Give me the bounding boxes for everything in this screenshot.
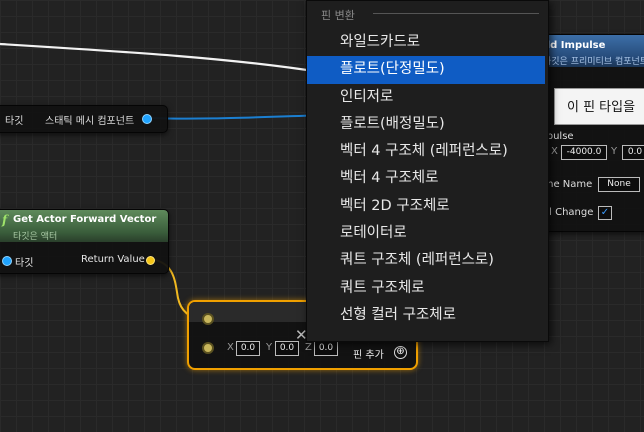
add-pin-icon[interactable]: ⊕: [394, 346, 407, 359]
menu-item[interactable]: 플로트(배정밀도): [307, 111, 548, 138]
section-divider: [373, 13, 539, 14]
impulse-y-label: Y: [611, 146, 618, 157]
wildcard-pin-2[interactable]: [202, 342, 214, 354]
target-input-label: 타깃: [15, 258, 34, 269]
menu-item[interactable]: 벡터 2D 구조체로: [307, 193, 548, 220]
z-value-field[interactable]: 0.0: [314, 341, 338, 356]
node-subtitle: 타깃은 액터: [13, 232, 58, 242]
target-input-pin[interactable]: [2, 256, 12, 266]
menu-section-title: 핀 변환: [321, 9, 355, 22]
menu-item-list: 와일드카드로 플로트(단정밀도) 인티저로 플로트(배정밀도) 벡터 4 구조체 (레퍼…: [307, 29, 548, 329]
menu-item[interactable]: 선형 컬러 구조체로: [307, 302, 548, 329]
menu-item[interactable]: 벡터 4 구조체로: [307, 165, 548, 192]
add-pin-label[interactable]: 핀 추가: [353, 346, 384, 361]
wildcard-pin-1[interactable]: [202, 313, 214, 325]
impulse-x-label: X: [551, 146, 558, 157]
exec-wire: [0, 42, 321, 74]
get-actor-forward-vector-node[interactable]: f Get Actor Forward Vector 타깃은 액터 타깃 Ret…: [0, 209, 169, 274]
menu-item[interactable]: 플로트(단정밀도): [307, 56, 546, 84]
vel-change-label: el Change: [543, 207, 594, 218]
y-label: Y: [266, 342, 273, 353]
node-title: Get Actor Forward Vector: [13, 214, 157, 225]
object-wire: [149, 114, 331, 120]
impulse-y-field[interactable]: 0.0: [622, 145, 644, 160]
x-label: X: [227, 342, 234, 353]
vel-change-checkbox[interactable]: ✓: [598, 206, 612, 220]
pin-tooltip: 이 핀 타입을: [554, 88, 644, 125]
menu-scrollbar[interactable]: [545, 1, 548, 341]
target-pin-label: 타깃: [5, 116, 24, 127]
menu-item[interactable]: 벡터 4 구조체 (레퍼런스로): [307, 138, 548, 165]
menu-item[interactable]: 쿼트 구조체 (레퍼런스로): [307, 247, 548, 274]
static-mesh-target-node[interactable]: 타깃 스태틱 메시 컴포넌트: [0, 105, 168, 133]
bone-name-field[interactable]: None: [598, 177, 640, 192]
menu-item[interactable]: 와일드카드로: [307, 29, 548, 56]
x-value-field[interactable]: 0.0: [236, 341, 260, 356]
node-title: dd Impulse: [543, 40, 606, 51]
function-icon: f: [2, 213, 8, 227]
pin-conversion-menu[interactable]: 핀 변환 와일드카드로 플로트(단정밀도) 인티저로 플로트(배정밀도) 벡터 4 구조…: [306, 0, 549, 342]
menu-item[interactable]: 인티저로: [307, 84, 548, 111]
node-subtitle: 타깃은 프리미티브 컴포넌트: [543, 57, 644, 67]
menu-item[interactable]: 로테이터로: [307, 220, 548, 247]
return-value-label: Return Value: [81, 254, 145, 265]
menu-item[interactable]: 쿼트 구조체로: [307, 275, 548, 302]
impulse-x-field[interactable]: -4000.0: [561, 145, 607, 160]
static-mesh-output-pin[interactable]: [142, 114, 152, 124]
return-value-pin[interactable]: [146, 256, 155, 265]
static-mesh-component-label: 스태틱 메시 컴포넌트: [45, 116, 135, 127]
